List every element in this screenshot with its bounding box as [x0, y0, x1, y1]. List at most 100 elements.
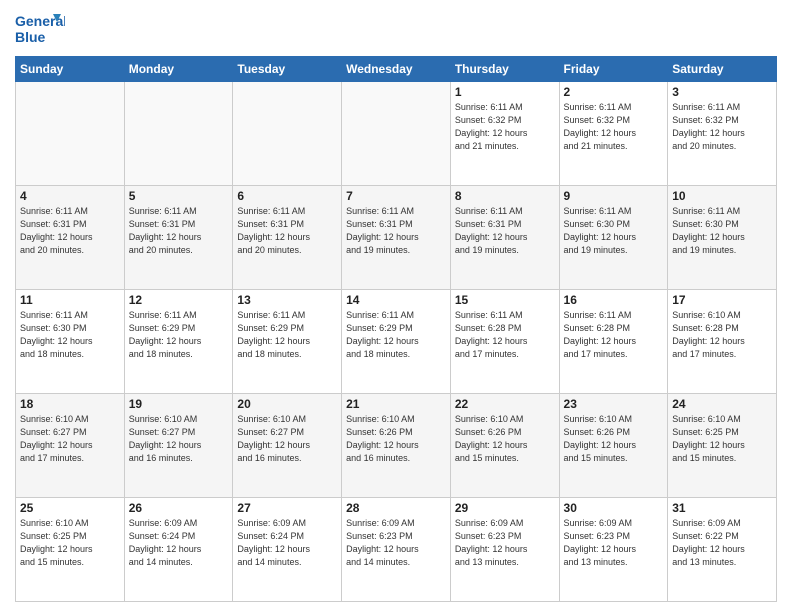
day-number: 6	[237, 189, 337, 203]
calendar-day-cell: 5 Sunrise: 6:11 AM Sunset: 6:31 PM Daylig…	[124, 186, 233, 290]
day-info: Sunrise: 6:11 AM Sunset: 6:31 PM Dayligh…	[129, 205, 229, 257]
calendar-day-cell: 16Sunrise: 6:11 AM Sunset: 6:28 PM Dayli…	[559, 290, 668, 394]
day-info: Sunrise: 6:11 AM Sunset: 6:30 PM Dayligh…	[20, 309, 120, 361]
calendar-week-row: 11 Sunrise: 6:11 AM Sunset: 6:30 PM Dayli…	[16, 290, 777, 394]
day-number: 4	[20, 189, 120, 203]
logo: GeneralBlue	[15, 10, 65, 48]
day-info: Sunrise: 6:10 AM Sunset: 6:27 PM Dayligh…	[20, 413, 120, 465]
calendar-day-cell: 11 Sunrise: 6:11 AM Sunset: 6:30 PM Dayli…	[16, 290, 125, 394]
calendar-day-cell: 20Sunrise: 6:10 AM Sunset: 6:27 PM Dayli…	[233, 394, 342, 498]
day-info: Sunrise: 6:09 AM Sunset: 6:23 PM Dayligh…	[346, 517, 446, 569]
calendar-day-cell: 26Sunrise: 6:09 AM Sunset: 6:24 PM Dayli…	[124, 498, 233, 602]
calendar-day-cell: 30 Sunrise: 6:09 AM Sunset: 6:23 PM Dayli…	[559, 498, 668, 602]
day-info: Sunrise: 6:11 AM Sunset: 6:29 PM Dayligh…	[346, 309, 446, 361]
day-info: Sunrise: 6:10 AM Sunset: 6:25 PM Dayligh…	[672, 413, 772, 465]
calendar-day-cell: 29 Sunrise: 6:09 AM Sunset: 6:23 PM Dayli…	[450, 498, 559, 602]
calendar-day-cell: 10 Sunrise: 6:11 AM Sunset: 6:30 PM Dayli…	[668, 186, 777, 290]
day-number: 30	[564, 501, 664, 515]
day-info: Sunrise: 6:10 AM Sunset: 6:28 PM Dayligh…	[672, 309, 772, 361]
day-number: 2	[564, 85, 664, 99]
calendar-table: SundayMondayTuesdayWednesdayThursdayFrid…	[15, 56, 777, 602]
day-info: Sunrise: 6:09 AM Sunset: 6:23 PM Dayligh…	[564, 517, 664, 569]
day-number: 29	[455, 501, 555, 515]
day-info: Sunrise: 6:10 AM Sunset: 6:27 PM Dayligh…	[129, 413, 229, 465]
header: GeneralBlue	[15, 10, 777, 48]
calendar-day-cell: 28Sunrise: 6:09 AM Sunset: 6:23 PM Dayli…	[342, 498, 451, 602]
calendar-day-cell: 15Sunrise: 6:11 AM Sunset: 6:28 PM Dayli…	[450, 290, 559, 394]
day-number: 7	[346, 189, 446, 203]
day-info: Sunrise: 6:11 AM Sunset: 6:31 PM Dayligh…	[455, 205, 555, 257]
calendar-day-cell: 19 Sunrise: 6:10 AM Sunset: 6:27 PM Dayli…	[124, 394, 233, 498]
calendar-day-cell: 4 Sunrise: 6:11 AM Sunset: 6:31 PM Daylig…	[16, 186, 125, 290]
calendar-day-cell	[16, 82, 125, 186]
calendar-day-cell: 13 Sunrise: 6:11 AM Sunset: 6:29 PM Dayli…	[233, 290, 342, 394]
calendar-day-cell: 17 Sunrise: 6:10 AM Sunset: 6:28 PM Dayli…	[668, 290, 777, 394]
day-info: Sunrise: 6:11 AM Sunset: 6:30 PM Dayligh…	[564, 205, 664, 257]
logo-icon: GeneralBlue	[15, 10, 65, 48]
calendar-day-cell: 7 Sunrise: 6:11 AM Sunset: 6:31 PM Daylig…	[342, 186, 451, 290]
weekday-header-monday: Monday	[124, 57, 233, 82]
calendar-day-cell: 23Sunrise: 6:10 AM Sunset: 6:26 PM Dayli…	[559, 394, 668, 498]
calendar-week-row: 1Sunrise: 6:11 AM Sunset: 6:32 PM Daylig…	[16, 82, 777, 186]
day-info: Sunrise: 6:11 AM Sunset: 6:31 PM Dayligh…	[346, 205, 446, 257]
day-number: 12	[129, 293, 229, 307]
weekday-header-sunday: Sunday	[16, 57, 125, 82]
weekday-header-saturday: Saturday	[668, 57, 777, 82]
weekday-header-tuesday: Tuesday	[233, 57, 342, 82]
day-number: 14	[346, 293, 446, 307]
day-number: 31	[672, 501, 772, 515]
calendar-day-cell: 22Sunrise: 6:10 AM Sunset: 6:26 PM Dayli…	[450, 394, 559, 498]
day-number: 24	[672, 397, 772, 411]
day-number: 10	[672, 189, 772, 203]
day-info: Sunrise: 6:11 AM Sunset: 6:28 PM Dayligh…	[455, 309, 555, 361]
day-info: Sunrise: 6:10 AM Sunset: 6:26 PM Dayligh…	[455, 413, 555, 465]
day-info: Sunrise: 6:10 AM Sunset: 6:26 PM Dayligh…	[564, 413, 664, 465]
calendar-day-cell: 3 Sunrise: 6:11 AM Sunset: 6:32 PM Daylig…	[668, 82, 777, 186]
day-number: 20	[237, 397, 337, 411]
calendar-day-cell: 27Sunrise: 6:09 AM Sunset: 6:24 PM Dayli…	[233, 498, 342, 602]
calendar-day-cell: 18 Sunrise: 6:10 AM Sunset: 6:27 PM Dayli…	[16, 394, 125, 498]
day-number: 17	[672, 293, 772, 307]
day-number: 3	[672, 85, 772, 99]
day-number: 19	[129, 397, 229, 411]
day-number: 5	[129, 189, 229, 203]
calendar-day-cell: 31 Sunrise: 6:09 AM Sunset: 6:22 PM Dayli…	[668, 498, 777, 602]
calendar-day-cell	[342, 82, 451, 186]
calendar-week-row: 4 Sunrise: 6:11 AM Sunset: 6:31 PM Daylig…	[16, 186, 777, 290]
day-number: 21	[346, 397, 446, 411]
day-info: Sunrise: 6:11 AM Sunset: 6:30 PM Dayligh…	[672, 205, 772, 257]
calendar-day-cell: 14 Sunrise: 6:11 AM Sunset: 6:29 PM Dayli…	[342, 290, 451, 394]
calendar-day-cell: 1Sunrise: 6:11 AM Sunset: 6:32 PM Daylig…	[450, 82, 559, 186]
calendar-day-cell	[233, 82, 342, 186]
day-info: Sunrise: 6:11 AM Sunset: 6:32 PM Dayligh…	[564, 101, 664, 153]
day-info: Sunrise: 6:10 AM Sunset: 6:25 PM Dayligh…	[20, 517, 120, 569]
day-info: Sunrise: 6:09 AM Sunset: 6:23 PM Dayligh…	[455, 517, 555, 569]
day-number: 25	[20, 501, 120, 515]
weekday-header-thursday: Thursday	[450, 57, 559, 82]
calendar-week-row: 25 Sunrise: 6:10 AM Sunset: 6:25 PM Dayli…	[16, 498, 777, 602]
weekday-header-wednesday: Wednesday	[342, 57, 451, 82]
day-info: Sunrise: 6:09 AM Sunset: 6:24 PM Dayligh…	[237, 517, 337, 569]
day-info: Sunrise: 6:11 AM Sunset: 6:32 PM Dayligh…	[672, 101, 772, 153]
weekday-header-row: SundayMondayTuesdayWednesdayThursdayFrid…	[16, 57, 777, 82]
day-info: Sunrise: 6:11 AM Sunset: 6:31 PM Dayligh…	[20, 205, 120, 257]
calendar-day-cell: 12Sunrise: 6:11 AM Sunset: 6:29 PM Dayli…	[124, 290, 233, 394]
day-number: 13	[237, 293, 337, 307]
calendar-day-cell: 9 Sunrise: 6:11 AM Sunset: 6:30 PM Daylig…	[559, 186, 668, 290]
day-info: Sunrise: 6:11 AM Sunset: 6:32 PM Dayligh…	[455, 101, 555, 153]
calendar-day-cell: 6 Sunrise: 6:11 AM Sunset: 6:31 PM Daylig…	[233, 186, 342, 290]
calendar-day-cell	[124, 82, 233, 186]
day-info: Sunrise: 6:11 AM Sunset: 6:29 PM Dayligh…	[237, 309, 337, 361]
day-number: 11	[20, 293, 120, 307]
calendar-week-row: 18 Sunrise: 6:10 AM Sunset: 6:27 PM Dayli…	[16, 394, 777, 498]
day-info: Sunrise: 6:09 AM Sunset: 6:22 PM Dayligh…	[672, 517, 772, 569]
svg-text:Blue: Blue	[15, 29, 46, 45]
day-number: 9	[564, 189, 664, 203]
day-info: Sunrise: 6:11 AM Sunset: 6:28 PM Dayligh…	[564, 309, 664, 361]
calendar-day-cell: 8 Sunrise: 6:11 AM Sunset: 6:31 PM Daylig…	[450, 186, 559, 290]
calendar-day-cell: 24 Sunrise: 6:10 AM Sunset: 6:25 PM Dayli…	[668, 394, 777, 498]
page: GeneralBlue SundayMondayTuesdayWednesday…	[0, 0, 792, 612]
day-number: 18	[20, 397, 120, 411]
day-info: Sunrise: 6:11 AM Sunset: 6:31 PM Dayligh…	[237, 205, 337, 257]
day-number: 8	[455, 189, 555, 203]
